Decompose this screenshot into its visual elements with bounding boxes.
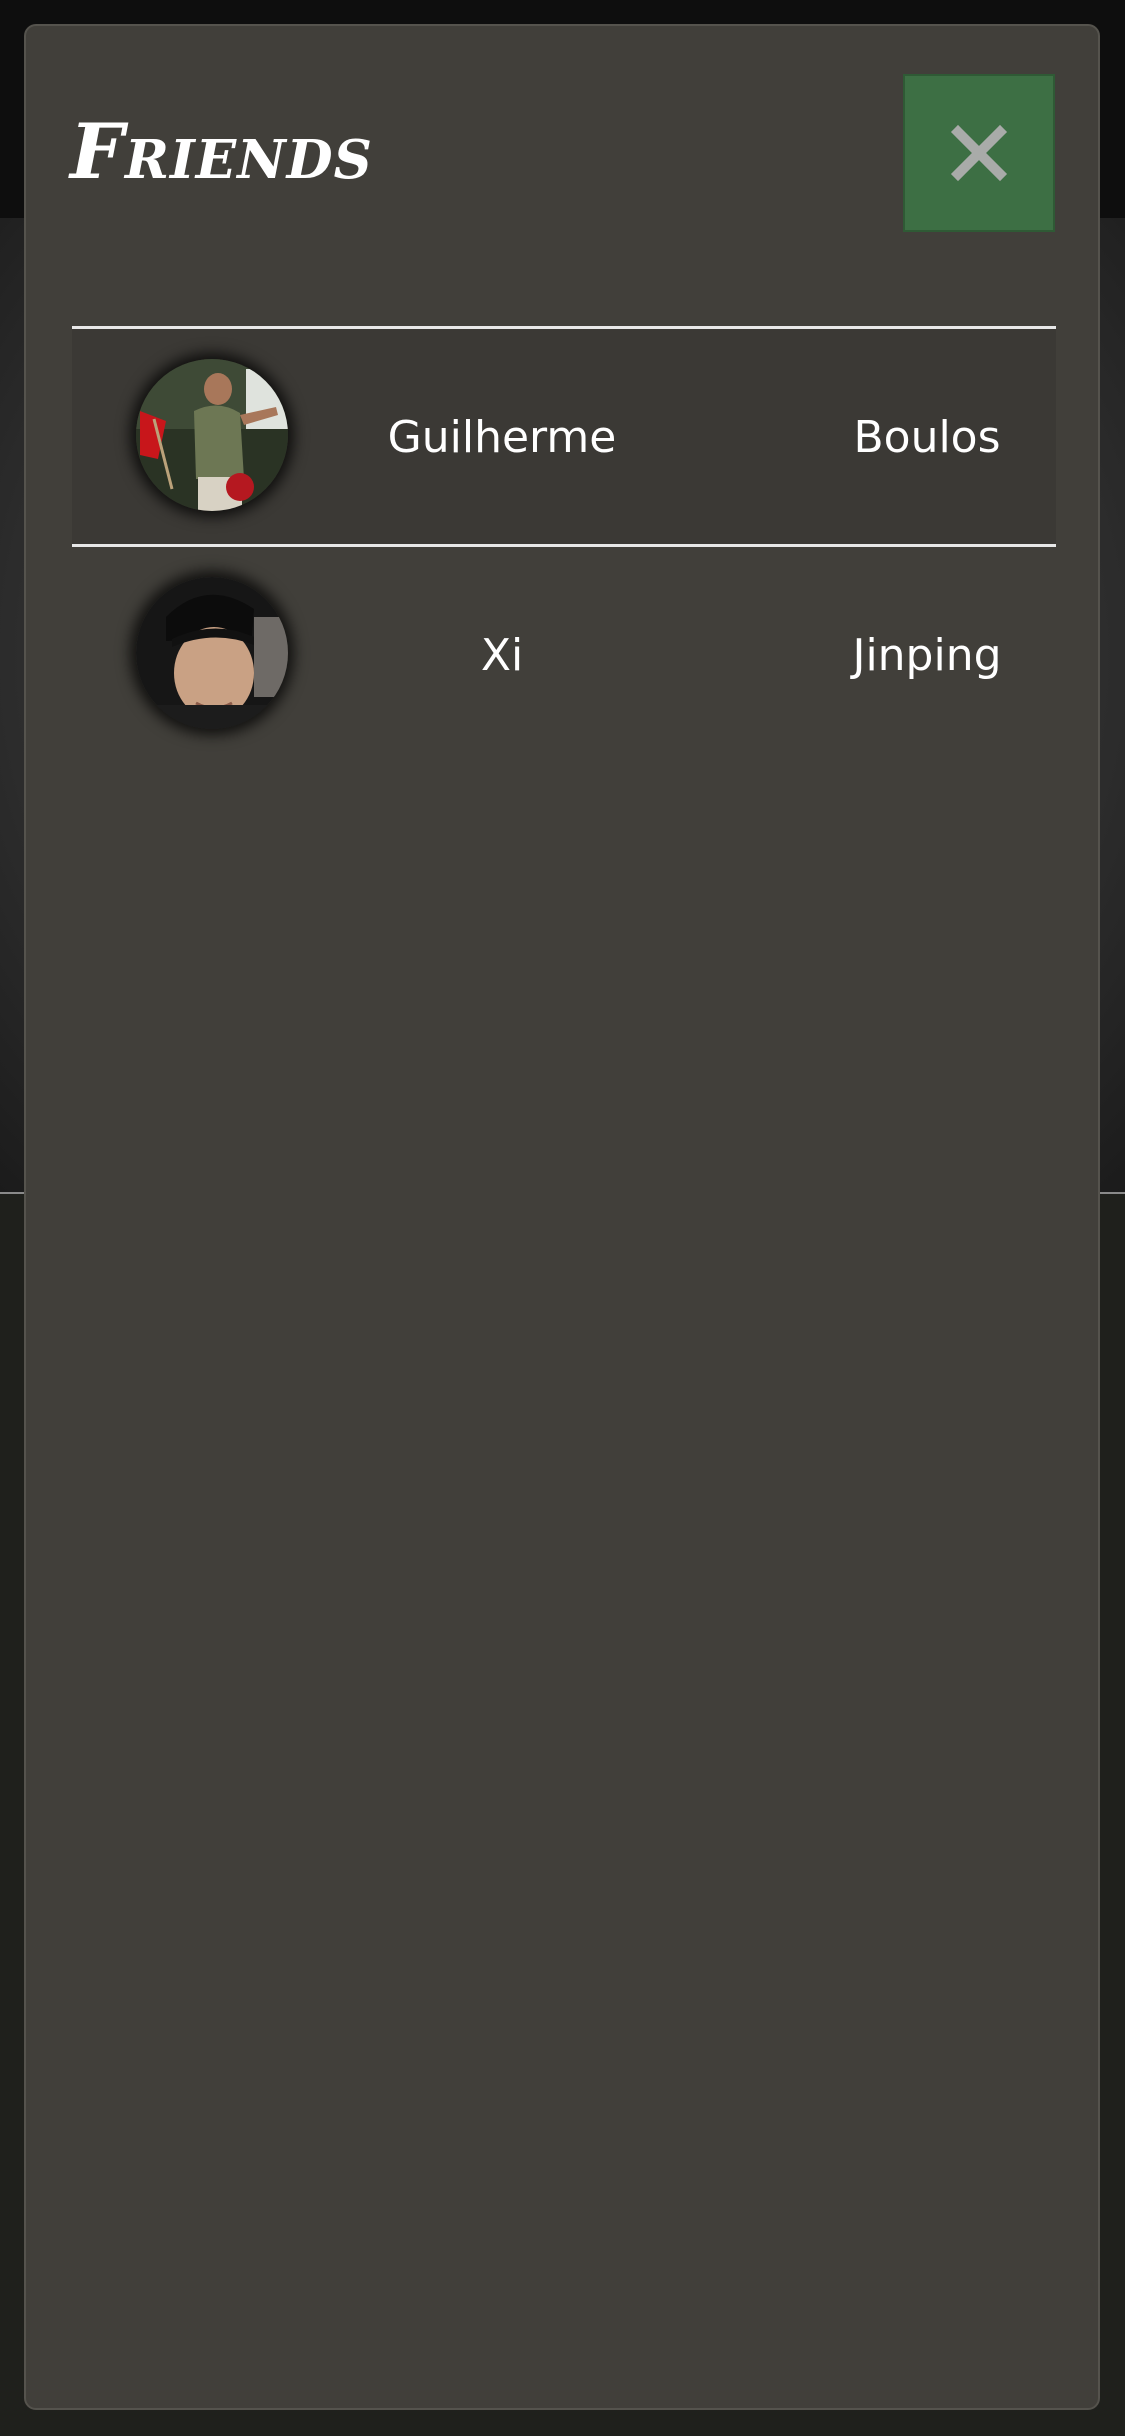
avatar bbox=[136, 359, 288, 511]
avatar-photo-guilherme-boulos bbox=[136, 359, 288, 511]
friend-first-name: Xi bbox=[480, 630, 524, 681]
friends-modal: Friends Guilherme Boulos Xi Jinping bbox=[24, 24, 1100, 2410]
friend-last-name: Boulos bbox=[853, 412, 1001, 463]
avatar bbox=[136, 577, 288, 729]
avatar-photo-xi-jinping bbox=[136, 577, 288, 729]
close-icon bbox=[950, 124, 1008, 182]
friend-first-name: Guilherme bbox=[387, 412, 617, 463]
friend-last-name: Jinping bbox=[852, 630, 1002, 681]
friend-row[interactable]: Guilherme Boulos bbox=[72, 326, 1056, 544]
modal-title: Friends bbox=[70, 107, 373, 196]
close-button[interactable] bbox=[903, 74, 1055, 232]
friends-list: Guilherme Boulos Xi Jinping bbox=[72, 326, 1056, 762]
friend-row[interactable]: Xi Jinping bbox=[72, 544, 1056, 762]
